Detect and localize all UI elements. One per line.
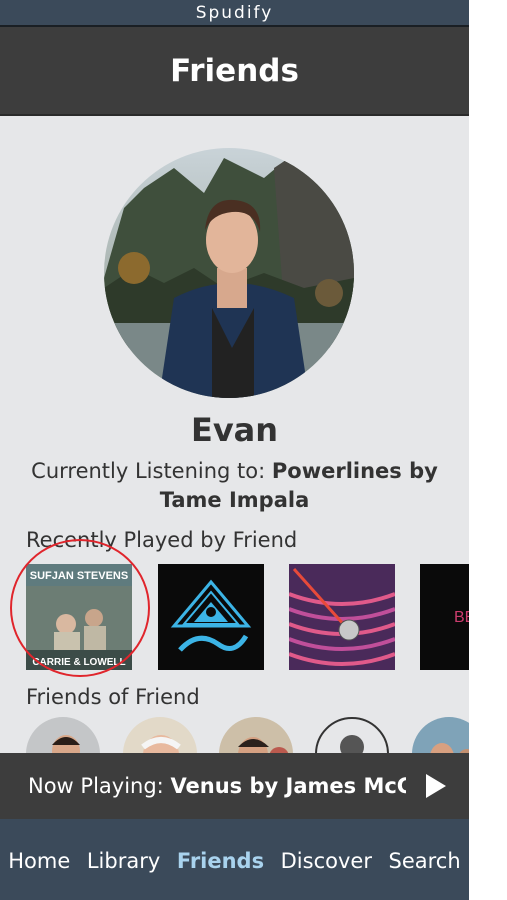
friend-photo <box>412 717 469 753</box>
friend-avatar[interactable] <box>219 717 293 753</box>
bottom-nav: Home Library Friends Discover Search <box>0 819 469 900</box>
album-card-pyramid[interactable] <box>158 564 264 670</box>
now-playing-bar[interactable]: Now Playing: Venus by James McCall <box>0 753 469 819</box>
album-card-bey[interactable]: BEY <box>420 564 469 670</box>
friend-name: Evan <box>190 411 279 449</box>
listening-prefix: Currently Listening to: <box>31 459 272 483</box>
now-playing-text: Now Playing: Venus by James McCall <box>28 774 406 798</box>
album-cover-currents <box>289 564 395 670</box>
app-screen: Spudify Friends Evan Currently Listening… <box>0 0 469 900</box>
nav-home[interactable]: Home <box>8 847 70 873</box>
now-playing-prefix: Now Playing: <box>28 774 171 798</box>
currently-listening: Currently Listening to: Powerlines by Ta… <box>30 457 439 515</box>
friend-profile: Evan Currently Listening to: Powerlines … <box>0 116 469 753</box>
default-user-avatar[interactable] <box>315 717 389 753</box>
friend-avatar[interactable] <box>123 717 197 753</box>
nav-friends[interactable]: Friends <box>177 847 264 873</box>
listening-artist[interactable]: Tame Impala <box>160 488 310 512</box>
play-icon[interactable] <box>426 774 446 798</box>
album-cover-bey-text: BEY <box>454 609 469 626</box>
listening-track[interactable]: Powerlines by <box>272 459 438 483</box>
title-bar: Friends <box>0 27 469 116</box>
friend-avatar[interactable] <box>26 717 100 753</box>
friend-photo <box>26 717 100 753</box>
friend-photo <box>219 717 293 753</box>
avatar-photo <box>104 148 354 398</box>
nav-search[interactable]: Search <box>389 847 461 873</box>
status-bar: Spudify <box>0 0 469 27</box>
user-placeholder-icon <box>340 735 364 753</box>
nav-library[interactable]: Library <box>87 847 160 873</box>
now-playing-track: Venus by James McCall <box>170 774 406 798</box>
nav-discover[interactable]: Discover <box>281 847 372 873</box>
album-cover-pyramid <box>158 564 264 670</box>
friend-avatar[interactable] <box>412 717 469 753</box>
album-card-currents[interactable] <box>289 564 395 670</box>
friends-of-friend-title: Friends of Friend <box>26 685 200 709</box>
album-cover-bey: BEY <box>420 564 469 670</box>
page-title: Friends <box>170 52 299 89</box>
selection-circle-annotation <box>10 539 150 677</box>
friend-photo <box>123 717 197 753</box>
profile-avatar <box>104 148 354 398</box>
app-name: Spudify <box>195 3 274 23</box>
